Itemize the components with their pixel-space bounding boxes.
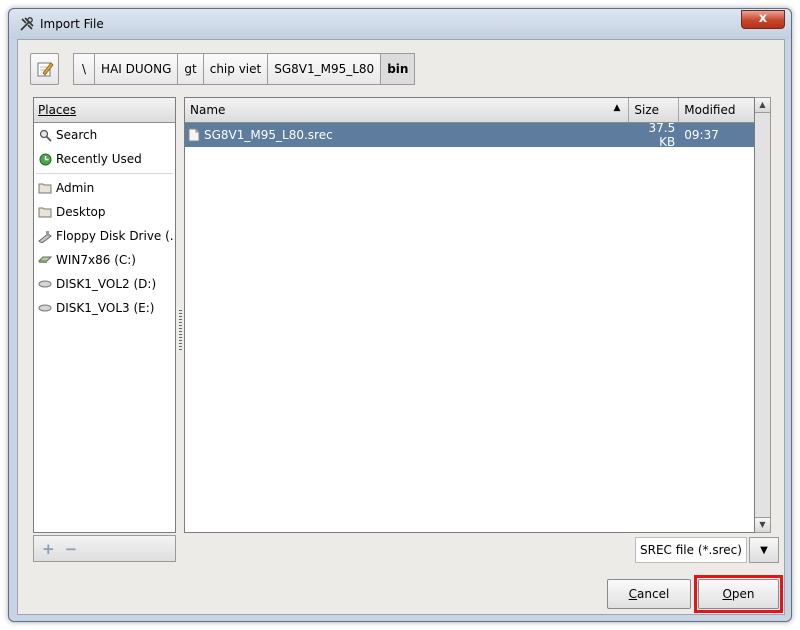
open-mnemonic: O: [722, 587, 732, 601]
place-recently-used[interactable]: Recently Used: [34, 147, 175, 171]
folder-icon: [38, 181, 52, 195]
cancel-label: ancel: [637, 587, 670, 601]
places-header[interactable]: Places: [34, 98, 175, 123]
add-place-icon[interactable]: +: [42, 540, 55, 558]
place-label: DISK1_VOL3 (E:): [56, 301, 155, 315]
edit-location-button[interactable]: [30, 53, 59, 85]
place-drive-e[interactable]: DISK1_VOL3 (E:): [34, 296, 175, 320]
file-row[interactable]: SG8V1_M95_L80.srec 37.5 KB 09:37: [185, 121, 754, 149]
app-icon: [20, 17, 34, 31]
file-list: Name ▲ Size Modified SG8V1_M95_L80.srec: [184, 97, 755, 533]
file-list-scrollbar[interactable]: ▲ ▼: [755, 97, 771, 533]
recent-icon: [38, 152, 52, 166]
cancel-button[interactable]: Cancel: [607, 579, 691, 609]
place-label: Floppy Disk Drive (...: [56, 229, 175, 243]
title-bar[interactable]: Import File x: [9, 9, 791, 39]
places-add-remove: + −: [33, 535, 176, 562]
place-drive-d[interactable]: DISK1_VOL2 (D:): [34, 272, 175, 296]
dropdown-arrow-glyph: ▼: [760, 544, 768, 556]
crumb-root[interactable]: \: [73, 53, 96, 85]
pencil-icon: [37, 62, 54, 77]
column-name[interactable]: Name ▲: [185, 98, 630, 122]
file-size: 37.5 KB: [648, 121, 676, 149]
file-name: SG8V1_M95_L80.srec: [204, 128, 333, 142]
open-label: pen: [731, 587, 755, 601]
place-floppy[interactable]: Floppy Disk Drive (...: [34, 224, 175, 248]
file-name-cell: SG8V1_M95_L80.srec: [185, 128, 629, 142]
place-label: Admin: [56, 181, 95, 195]
crumb-bin[interactable]: bin: [380, 53, 416, 85]
place-desktop[interactable]: Desktop: [34, 200, 175, 224]
dropdown-arrow-icon[interactable]: ▼: [749, 537, 779, 563]
import-file-dialog: Import File x \ HAI DUONG gt chip viet S…: [8, 8, 792, 622]
crumb-hai-duong[interactable]: HAI DUONG: [94, 53, 179, 85]
file-list-header: Name ▲ Size Modified: [185, 98, 754, 123]
column-name-label: Name: [190, 103, 226, 117]
window-title: Import File: [40, 17, 104, 31]
column-size[interactable]: Size: [629, 98, 680, 122]
column-modified[interactable]: Modified: [679, 98, 754, 122]
crumb-sg8v1[interactable]: SG8V1_M95_L80: [267, 53, 382, 85]
close-icon: x: [758, 11, 768, 26]
place-drive-c[interactable]: WIN7x86 (C:): [34, 248, 175, 272]
close-button[interactable]: x: [741, 10, 785, 29]
search-icon: [38, 128, 52, 142]
place-label: DISK1_VOL2 (D:): [56, 277, 157, 291]
breadcrumb: \ HAI DUONG gt chip viet SG8V1_M95_L80 b…: [73, 53, 416, 85]
scroll-down-icon[interactable]: ▼: [755, 517, 770, 532]
sort-ascending-icon: ▲: [613, 103, 621, 113]
folder-icon: [38, 205, 52, 219]
crumb-gt[interactable]: gt: [177, 53, 204, 85]
drive-icon: [38, 277, 52, 291]
drive-icon: [38, 253, 52, 267]
scroll-up-icon[interactable]: ▲: [755, 98, 770, 113]
column-modified-label: Modified: [684, 103, 736, 117]
dialog-body: \ HAI DUONG gt chip viet SG8V1_M95_L80 b…: [17, 39, 785, 615]
floppy-icon: [38, 229, 52, 243]
places-pane: Places Search Recently Used Admin Deskto…: [33, 97, 176, 533]
pane-resize-handle[interactable]: [179, 310, 182, 350]
place-search[interactable]: Search: [34, 123, 175, 147]
file-modified: 09:37: [684, 128, 719, 142]
file-icon: [188, 128, 200, 142]
file-type-value: SREC file (*.srec): [635, 537, 747, 563]
place-label: Search: [56, 128, 98, 142]
cancel-mnemonic: C: [628, 587, 638, 601]
column-size-label: Size: [634, 103, 660, 117]
place-admin[interactable]: Admin: [34, 176, 175, 200]
crumb-chip-viet[interactable]: chip viet: [202, 53, 269, 85]
open-button[interactable]: Open: [698, 579, 779, 609]
path-bar: \ HAI DUONG gt chip viet SG8V1_M95_L80 b…: [30, 53, 416, 85]
place-label: WIN7x86 (C:): [56, 253, 136, 267]
places-separator: [36, 173, 173, 174]
place-label: Desktop: [56, 205, 106, 219]
drive-icon: [38, 301, 52, 315]
places-header-label: Places: [38, 103, 77, 117]
place-label: Recently Used: [56, 152, 142, 166]
remove-place-icon[interactable]: −: [65, 540, 78, 558]
file-type-filter[interactable]: SREC file (*.srec) ▼: [635, 537, 779, 563]
